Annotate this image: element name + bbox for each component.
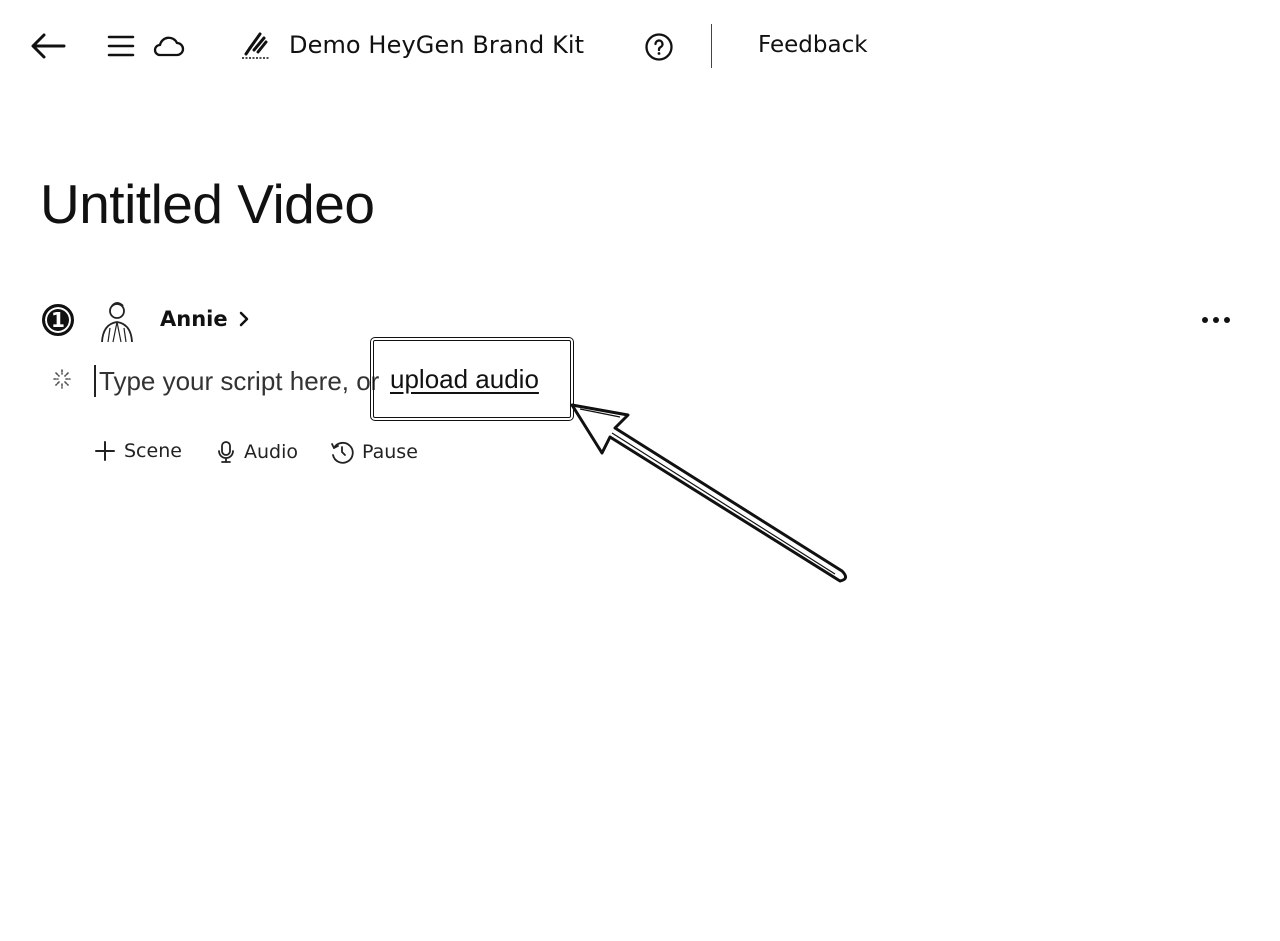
ai-script-icon-button[interactable] [44,364,80,394]
menu-icon [107,35,135,57]
add-audio-label: Audio [244,441,299,463]
help-icon [645,33,673,61]
brand-kit-name[interactable]: Demo HeyGen Brand Kit [289,31,584,59]
brand-logo [238,28,274,62]
text-caret [94,365,96,397]
add-audio-button[interactable]: Audio [216,440,298,464]
header-divider [711,24,712,68]
add-scene-label: Scene [124,440,182,462]
clock-history-icon [331,441,354,464]
more-icon [1202,317,1230,323]
brand-logo-icon [242,32,270,59]
avatar[interactable] [96,298,138,344]
more-options-button[interactable] [1198,308,1234,332]
add-pause-button[interactable]: Pause [330,440,418,464]
upload-audio-link[interactable]: upload audio [390,364,539,395]
back-arrow-icon [31,33,66,59]
plus-icon [95,441,115,461]
avatar-name: Annie [160,307,228,331]
avatar-selector[interactable]: Annie [160,307,252,331]
cloud-icon [153,36,185,57]
back-button[interactable] [28,30,68,62]
cloud-save-status[interactable] [150,32,186,60]
microphone-icon [218,441,234,463]
menu-button[interactable] [104,32,138,60]
annotation-arrow [570,403,847,583]
add-scene-button[interactable]: Scene [94,440,182,462]
help-button[interactable] [643,31,675,63]
scene-number-badge: 1 [42,304,74,336]
avatar-image [101,302,133,343]
add-pause-label: Pause [362,441,418,463]
script-input[interactable]: Type your script here, or [94,362,379,400]
chevron-right-icon [239,311,248,327]
feedback-button[interactable]: Feedback [758,32,868,58]
script-placeholder: Type your script here, or [99,365,380,396]
video-title[interactable]: Untitled Video [40,172,375,236]
sparkle-icon [53,369,71,389]
